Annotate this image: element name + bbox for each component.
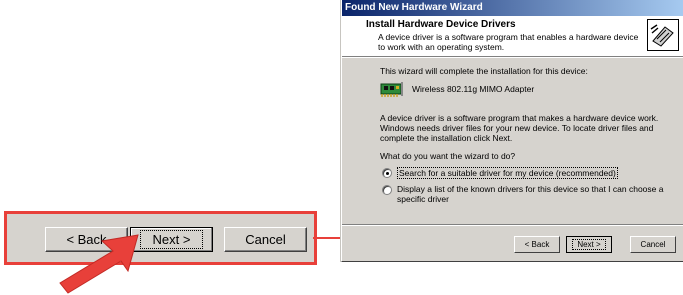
option-display-label: Display a list of the known drivers for … bbox=[397, 184, 664, 204]
description-text: A device driver is a software program th… bbox=[380, 113, 659, 143]
wizard-dialog: Found New Hardware Wizard Install Hardwa… bbox=[341, 0, 683, 262]
cancel-button[interactable]: Cancel bbox=[630, 236, 676, 253]
footer-separator bbox=[342, 224, 683, 225]
red-pointer-arrow-icon bbox=[59, 234, 139, 294]
network-card-icon bbox=[380, 82, 403, 97]
question-text: What do you want the wizard to do? bbox=[380, 151, 516, 161]
option-search-driver[interactable]: Search for a suitable driver for my devi… bbox=[382, 167, 618, 179]
zoom-cancel-label: Cancel bbox=[245, 232, 286, 247]
device-name: Wireless 802.11g MIMO Adapter bbox=[412, 84, 535, 94]
intro-text: This wizard will complete the installati… bbox=[380, 66, 588, 76]
zoomed-button-strip: < Back Next > Cancel bbox=[4, 211, 317, 265]
zoom-next-button[interactable]: Next > bbox=[130, 227, 213, 252]
header-title: Install Hardware Device Drivers bbox=[366, 19, 516, 30]
back-label: < Back bbox=[524, 240, 550, 249]
next-button[interactable]: Next > bbox=[566, 236, 612, 253]
zoom-cancel-button[interactable]: Cancel bbox=[224, 227, 307, 252]
header-subtitle: A device driver is a software program th… bbox=[378, 32, 639, 52]
radio-unselected-icon[interactable] bbox=[382, 185, 392, 195]
header-separator bbox=[342, 57, 683, 58]
next-label: Next > bbox=[572, 239, 606, 250]
option-search-label: Search for a suitable driver for my devi… bbox=[397, 167, 618, 179]
radio-selected-icon[interactable] bbox=[382, 168, 392, 178]
hardware-wizard-icon bbox=[647, 19, 679, 51]
dialog-titlebar: Found New Hardware Wizard bbox=[342, 0, 683, 16]
cancel-label: Cancel bbox=[640, 240, 666, 249]
back-button[interactable]: < Back bbox=[514, 236, 560, 253]
zoom-next-label: Next > bbox=[139, 230, 204, 249]
dialog-header: Install Hardware Device Drivers A device… bbox=[342, 16, 683, 57]
option-display-list[interactable]: Display a list of the known drivers for … bbox=[382, 184, 672, 204]
